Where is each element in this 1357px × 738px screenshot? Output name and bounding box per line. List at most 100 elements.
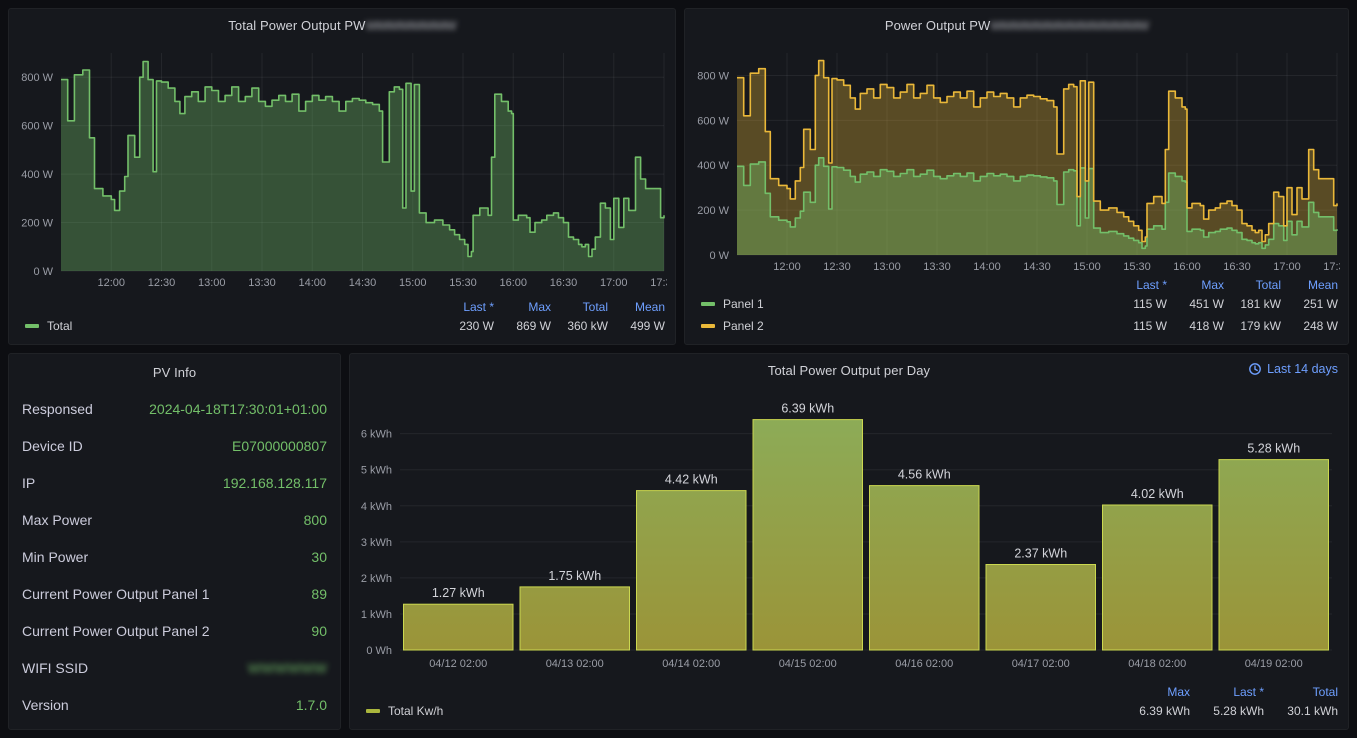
stat-last-value: 230 W [437,319,494,333]
svg-text:15:00: 15:00 [399,277,427,289]
svg-text:1.75 kWh: 1.75 kWh [548,569,601,583]
time-series-chart-panels[interactable]: 0 W200 W400 W600 W800 W12:0012:3013:0013… [691,41,1340,275]
svg-text:6 kWh: 6 kWh [361,429,392,441]
panel-title: Total Power Output PWWWWWWWWW [228,18,455,33]
panel-header[interactable]: Total Power Output PWWWWWWWWW [9,9,675,41]
time-range-indicator[interactable]: Last 14 days [1248,362,1338,376]
stat-last-value: 115 W [1110,319,1167,333]
svg-text:200 W: 200 W [697,205,729,217]
svg-text:04/12 02:00: 04/12 02:00 [429,658,487,670]
chart-area: 0 W200 W400 W600 W800 W12:0012:3013:0013… [685,41,1348,275]
pv-info-value: 90 [311,623,327,639]
svg-text:4 kWh: 4 kWh [361,501,392,513]
stat-header-last[interactable]: Last * [1110,278,1167,292]
svg-text:800 W: 800 W [21,72,53,84]
legend-stats-header: Last * Max Total Mean [701,277,1338,293]
stat-total-value: 30.1 kWh [1264,704,1338,718]
pv-info-row: Current Power Output Panel 189 [9,575,340,612]
stat-header-total[interactable]: Total [1264,685,1338,699]
stat-mean-value: 499 W [608,319,665,333]
panel-pv-info: PV Info Responsed2024-04-18T17:30:01+01:… [8,353,341,730]
series-label[interactable]: Panel 1 [723,297,764,311]
pv-info-label: WIFI SSID [22,660,88,676]
legend-row-panel2: Panel 2 115 W 418 W 179 kW 248 W [701,315,1338,337]
legend: Last * Max Total Mean Total 230 W 869 W … [9,299,675,344]
panel-title: Power Output PWWWWWWWWWWWWWWW [885,18,1148,33]
svg-text:13:30: 13:30 [923,261,951,273]
stat-header-mean[interactable]: Mean [608,300,665,314]
panel-title: PV Info [153,365,196,380]
pv-info-label: Version [22,697,69,713]
stat-total-value: 181 kW [1224,297,1281,311]
svg-text:16:00: 16:00 [1173,261,1201,273]
series-label[interactable]: Total Kw/h [388,704,443,718]
stat-header-last[interactable]: Last * [437,300,494,314]
grafana-dashboard: Total Power Output PWWWWWWWWW 0 W200 W40… [0,0,1357,738]
legend-row-panel1: Panel 1 115 W 451 W 181 kW 251 W [701,293,1338,315]
stat-header-last[interactable]: Last * [1190,685,1264,699]
stat-max-value: 6.39 kWh [1116,704,1190,718]
svg-text:4.02 kWh: 4.02 kWh [1131,487,1184,501]
svg-text:12:00: 12:00 [97,277,125,289]
svg-text:17:30: 17:30 [650,277,667,289]
svg-text:200 W: 200 W [21,218,53,230]
pv-info-value: 30 [311,549,327,565]
svg-text:600 W: 600 W [21,121,53,133]
pv-info-row: Current Power Output Panel 290 [9,612,340,649]
pv-info-value: 800 [304,512,327,528]
svg-text:5.28 kWh: 5.28 kWh [1247,442,1300,456]
svg-text:15:00: 15:00 [1073,261,1101,273]
svg-text:04/18 02:00: 04/18 02:00 [1128,658,1186,670]
pv-info-value: E07000000807 [232,438,327,454]
svg-text:12:30: 12:30 [823,261,851,273]
stat-header-max[interactable]: Max [494,300,551,314]
pv-info-label: IP [22,475,35,491]
panel-title-redacted: WWWWWWWW [366,18,456,33]
pv-info-row: Max Power 800 [9,501,340,538]
svg-text:4.56 kWh: 4.56 kWh [898,468,951,482]
svg-text:1.27 kWh: 1.27 kWh [432,586,485,600]
series-label[interactable]: Panel 2 [723,319,764,333]
svg-text:17:00: 17:00 [600,277,628,289]
panel-header[interactable]: Total Power Output per Day Last 14 days [350,354,1348,386]
legend-stats-header: Max Last * Total [366,684,1338,700]
chart-area: 0 W200 W400 W600 W800 W12:0012:3013:0013… [9,41,675,291]
series-label[interactable]: Total [47,319,72,333]
time-series-chart-total[interactable]: 0 W200 W400 W600 W800 W12:0012:3013:0013… [15,41,667,291]
stat-last-value: 115 W [1110,297,1167,311]
panel-header[interactable]: PV Info [9,354,340,390]
svg-text:17:00: 17:00 [1273,261,1301,273]
svg-text:13:00: 13:00 [873,261,901,273]
pv-info-value: 1.7.0 [296,697,327,713]
legend: Last * Max Total Mean Panel 1 115 W 451 … [685,277,1348,344]
pv-info-value-redacted: WWWWWW [248,660,327,676]
panel-header[interactable]: Power Output PWWWWWWWWWWWWWWW [685,9,1348,41]
bar-chart-per-day[interactable]: 0 Wh1 kWh2 kWh3 kWh4 kWh5 kWh6 kWh1.27 k… [356,386,1338,672]
pv-info-label: Device ID [22,438,83,454]
panel-total-power-output: Total Power Output PWWWWWWWWW 0 W200 W40… [8,8,676,345]
legend-stats-header: Last * Max Total Mean [25,299,665,315]
stat-header-max[interactable]: Max [1167,278,1224,292]
pv-info-label: Max Power [22,512,92,528]
pv-info-row: Min Power30 [9,538,340,575]
stat-total-value: 179 kW [1224,319,1281,333]
panel-power-output-panels: Power Output PWWWWWWWWWWWWWWW 0 W200 W40… [684,8,1349,345]
svg-text:800 W: 800 W [697,70,729,82]
svg-text:0 W: 0 W [709,250,729,262]
pv-info-value: 192.168.128.117 [223,475,327,491]
panel-title-text: Total Power Output PW [228,18,365,33]
svg-text:15:30: 15:30 [1123,261,1151,273]
stat-header-total[interactable]: Total [1224,278,1281,292]
series-swatch-panel1 [701,302,715,306]
svg-text:16:30: 16:30 [1223,261,1251,273]
stat-header-total[interactable]: Total [551,300,608,314]
legend: Max Last * Total Total Kw/h 6.39 kWh 5.2… [350,684,1348,729]
series-swatch-total [25,324,39,328]
pv-info-rows: Responsed2024-04-18T17:30:01+01:00Device… [9,390,340,723]
svg-text:15:30: 15:30 [449,277,477,289]
stat-header-max[interactable]: Max [1116,685,1190,699]
stat-header-mean[interactable]: Mean [1281,278,1338,292]
svg-text:3 kWh: 3 kWh [361,537,392,549]
legend-row-total: Total 230 W 869 W 360 kW 499 W [25,315,665,337]
pv-info-row: WIFI SSID WWWWWW [9,649,340,686]
